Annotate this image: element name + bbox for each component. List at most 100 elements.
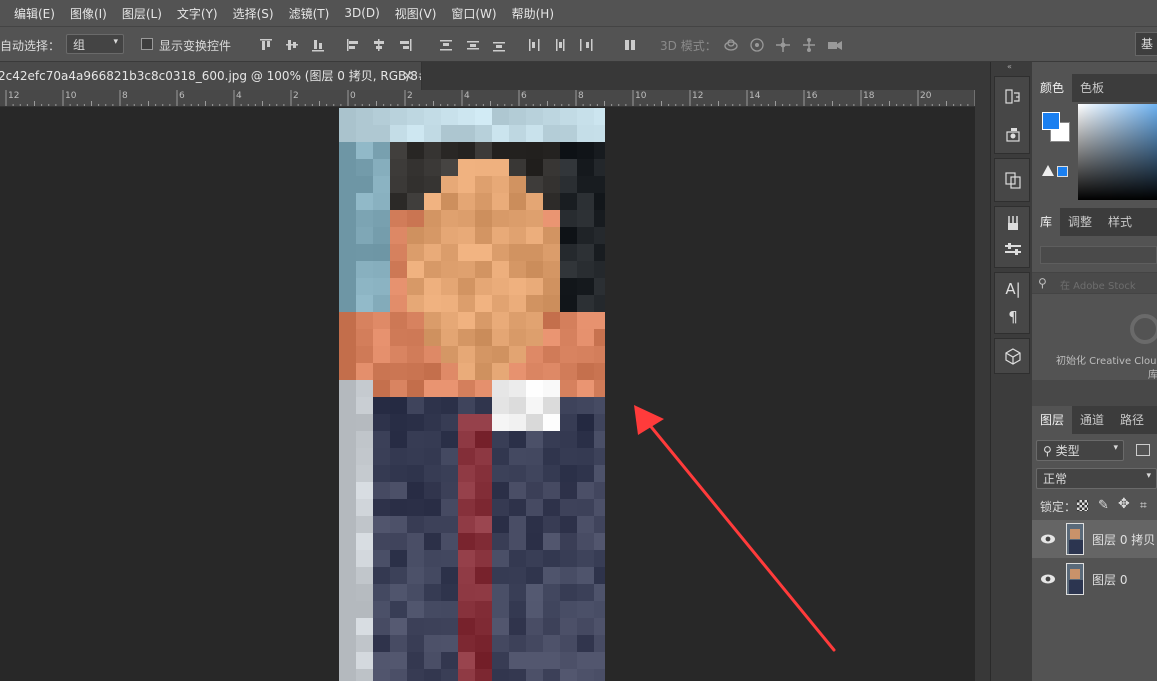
distribute-vcenter-icon[interactable] — [465, 37, 481, 53]
color-spectrum-picker[interactable] — [1078, 104, 1157, 200]
tool-presets-icon[interactable] — [1003, 239, 1023, 259]
layer-thumbnail — [1066, 563, 1084, 595]
mosaic-pixel — [407, 482, 424, 499]
tab-swatches[interactable]: 色板 — [1072, 74, 1112, 102]
align-hcenter-icon[interactable] — [371, 37, 387, 53]
mosaic-pixel — [543, 567, 560, 584]
foreground-color-swatch[interactable] — [1042, 112, 1060, 130]
mosaic-pixel — [560, 329, 577, 346]
eye-icon[interactable] — [1040, 531, 1056, 547]
library-dropdown[interactable] — [1040, 246, 1157, 264]
mosaic-pixel — [356, 295, 373, 312]
actions-icon[interactable] — [1003, 125, 1023, 145]
auto-select-dropdown[interactable]: 组 ▾ — [66, 34, 124, 54]
mosaic-pixel — [407, 244, 424, 261]
mosaic-pixel — [458, 584, 475, 601]
tab-channels[interactable]: 通道 — [1072, 406, 1112, 434]
pan-3d-icon[interactable] — [775, 37, 791, 53]
eye-icon[interactable] — [1040, 571, 1056, 587]
mosaic-pixel — [577, 108, 594, 125]
distribute-left-icon[interactable] — [526, 37, 542, 53]
mosaic-pixel — [424, 261, 441, 278]
align-left-icon[interactable] — [345, 37, 361, 53]
mosaic-pixel — [458, 125, 475, 142]
dock-group-3 — [994, 206, 1030, 268]
auto-align-icon[interactable] — [622, 37, 638, 53]
mosaic-pixel — [560, 465, 577, 482]
mosaic-pixel — [407, 499, 424, 516]
menu-help[interactable]: 帮助(H) — [512, 5, 554, 22]
mosaic-pixel — [526, 329, 543, 346]
camera-3d-icon[interactable] — [827, 37, 843, 53]
tab-styles[interactable]: 样式 — [1100, 208, 1140, 236]
align-right-icon[interactable] — [397, 37, 413, 53]
collapse-arrows-icon[interactable]: « — [1007, 62, 1019, 72]
library-search-bar[interactable]: ⚲ 在 Adobe Stock — [1032, 272, 1157, 294]
mosaic-pixel — [526, 516, 543, 533]
distribute-hcenter-icon[interactable] — [552, 37, 568, 53]
mosaic-pixel — [475, 159, 492, 176]
paragraph-icon[interactable]: ¶ — [1003, 307, 1023, 327]
align-vcenter-icon[interactable] — [284, 37, 300, 53]
distribute-bottom-icon[interactable] — [491, 37, 507, 53]
menu-image[interactable]: 图像(I) — [70, 5, 107, 22]
mosaic-pixel — [458, 346, 475, 363]
web-safe-color-icon[interactable] — [1057, 166, 1068, 177]
mosaic-pixel — [339, 329, 356, 346]
tab-layers[interactable]: 图层 — [1032, 406, 1073, 434]
mosaic-pixel — [526, 533, 543, 550]
menu-type[interactable]: 文字(Y) — [177, 5, 218, 22]
mosaic-pixel — [475, 533, 492, 550]
mosaic-pixel — [390, 567, 407, 584]
tab-adjustments[interactable]: 调整 — [1060, 208, 1100, 236]
menu-3d[interactable]: 3D(D) — [344, 6, 379, 20]
lock-move-icon[interactable]: ✥ — [1118, 496, 1130, 512]
layer-filter-dropdown[interactable]: ⚲ 类型 ▾ — [1036, 440, 1124, 461]
distribute-top-icon[interactable] — [438, 37, 454, 53]
properties-icon[interactable] — [1003, 170, 1023, 190]
character-icon[interactable]: A| — [1003, 279, 1023, 299]
menu-edit[interactable]: 编辑(E) — [14, 5, 55, 22]
history-icon[interactable] — [1003, 87, 1023, 107]
3d-cube-icon[interactable] — [1003, 346, 1023, 366]
menu-layer[interactable]: 图层(L) — [122, 5, 162, 22]
layer-row-copy[interactable]: 图层 0 拷贝 — [1032, 520, 1157, 558]
menu-window[interactable]: 窗口(W) — [451, 5, 496, 22]
layer-row-base[interactable]: 图层 0 — [1032, 560, 1157, 598]
tab-paths[interactable]: 路径 — [1112, 406, 1152, 434]
out-of-gamut-warning-icon[interactable] — [1042, 165, 1054, 176]
lock-transparent-icon[interactable] — [1077, 500, 1088, 511]
mosaic-pixel — [560, 499, 577, 516]
menu-view[interactable]: 视图(V) — [395, 5, 437, 22]
lock-brush-icon[interactable]: ✎ — [1098, 498, 1109, 513]
mosaic-pixel — [594, 176, 605, 193]
align-bottom-icon[interactable] — [310, 37, 326, 53]
mosaic-pixel — [407, 550, 424, 567]
mosaic-pixel — [458, 499, 475, 516]
document-tab[interactable]: 2c42efc70a4a966821b3c8c0318_600.jpg @ 10… — [0, 62, 422, 90]
mosaic-pixel — [594, 431, 605, 448]
filter-pixel-layer-icon[interactable] — [1136, 444, 1150, 456]
tab-libraries[interactable]: 库 — [1032, 208, 1061, 236]
orbit-3d-icon[interactable] — [723, 37, 739, 53]
menu-select[interactable]: 选择(S) — [233, 5, 274, 22]
tab-color[interactable]: 颜色 — [1032, 74, 1073, 102]
workspace-button[interactable]: 基 — [1135, 32, 1157, 56]
align-top-icon[interactable] — [258, 37, 274, 53]
roll-3d-icon[interactable] — [749, 37, 765, 53]
mosaic-pixel — [509, 465, 526, 482]
mosaic-pixel — [475, 261, 492, 278]
blend-mode-dropdown[interactable]: 正常 ▾ — [1036, 468, 1157, 489]
vertical-scrollbar[interactable] — [975, 90, 990, 681]
mosaic-pixel — [577, 482, 594, 499]
mosaic-pixel — [390, 210, 407, 227]
brush-presets-icon[interactable] — [1003, 213, 1023, 233]
distribute-right-icon[interactable] — [578, 37, 594, 53]
lock-artboard-icon[interactable]: ⌗ — [1140, 498, 1147, 513]
show-transform-checkbox[interactable] — [141, 38, 153, 50]
slide-3d-icon[interactable] — [801, 37, 817, 53]
menu-filter[interactable]: 滤镜(T) — [289, 5, 330, 22]
mosaic-pixel — [509, 584, 526, 601]
tab-close-icon[interactable]: × — [402, 62, 414, 90]
mosaic-pixel — [577, 669, 594, 681]
